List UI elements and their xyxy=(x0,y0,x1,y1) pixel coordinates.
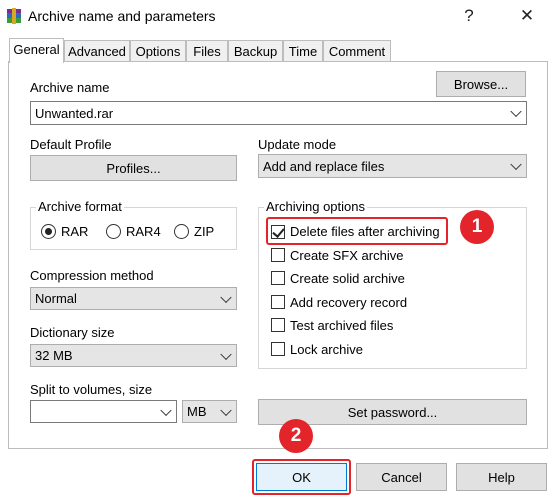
archive-name-label: Archive name xyxy=(30,80,110,95)
chevron-down-icon xyxy=(510,158,522,171)
default-profile-label: Default Profile xyxy=(30,137,112,152)
compression-method-value: Normal xyxy=(35,291,77,306)
radio-zip[interactable] xyxy=(174,224,189,239)
highlight-delete-files xyxy=(266,217,448,245)
radio-rar-label: RAR xyxy=(61,224,89,239)
update-mode-value: Add and replace files xyxy=(263,158,385,174)
callout-badge-1: 1 xyxy=(460,210,494,244)
tab-time[interactable]: Time xyxy=(283,40,323,62)
tab-advanced[interactable]: Advanced xyxy=(64,40,130,62)
cancel-button[interactable]: Cancel xyxy=(356,463,447,491)
help-icon[interactable]: ? xyxy=(446,2,492,30)
checkbox-test-files[interactable] xyxy=(271,318,285,332)
radio-rar[interactable] xyxy=(41,224,56,239)
test-files-label: Test archived files xyxy=(290,318,394,333)
archive-name-combo[interactable]: Unwanted.rar xyxy=(30,101,527,125)
archiving-options-label: Archiving options xyxy=(264,199,367,214)
create-sfx-label: Create SFX archive xyxy=(290,248,404,263)
update-mode-select[interactable]: Add and replace files xyxy=(258,154,527,178)
radio-rar4-label: RAR4 xyxy=(126,224,161,239)
profiles-button[interactable]: Profiles... xyxy=(30,155,237,181)
chevron-down-icon xyxy=(510,105,522,118)
tab-backup[interactable]: Backup xyxy=(228,40,283,62)
tab-files[interactable]: Files xyxy=(186,40,228,62)
browse-button[interactable]: Browse... xyxy=(436,71,526,97)
split-volumes-label: Split to volumes, size xyxy=(30,382,153,397)
tab-general[interactable]: General xyxy=(9,38,64,63)
title-bar: Archive name and parameters ? ✕ xyxy=(0,0,556,32)
highlight-ok-button xyxy=(252,459,351,495)
tab-options[interactable]: Options xyxy=(130,40,186,62)
lock-archive-label: Lock archive xyxy=(290,342,363,357)
compression-method-label: Compression method xyxy=(30,268,154,283)
chevron-down-icon xyxy=(160,404,172,416)
recovery-record-label: Add recovery record xyxy=(290,295,408,310)
split-unit-value: MB xyxy=(187,404,207,419)
winrar-app-icon xyxy=(7,8,21,24)
dictionary-size-select[interactable]: 32 MB xyxy=(30,344,237,367)
update-mode-label: Update mode xyxy=(258,137,337,152)
split-unit-select[interactable]: MB xyxy=(182,400,237,423)
radio-rar4[interactable] xyxy=(106,224,121,239)
checkbox-lock-archive[interactable] xyxy=(271,342,285,356)
window-title: Archive name and parameters xyxy=(28,8,216,24)
create-solid-label: Create solid archive xyxy=(290,271,405,286)
help-button[interactable]: Help xyxy=(456,463,547,491)
close-icon[interactable]: ✕ xyxy=(504,2,550,30)
radio-zip-label: ZIP xyxy=(194,224,215,239)
checkbox-recovery-record[interactable] xyxy=(271,295,285,309)
chevron-down-icon xyxy=(220,348,232,360)
archive-format-label: Archive format xyxy=(36,199,124,214)
checkbox-create-sfx[interactable] xyxy=(271,248,285,262)
chevron-down-icon xyxy=(220,291,232,303)
archive-name-value: Unwanted.rar xyxy=(35,105,114,121)
dictionary-size-label: Dictionary size xyxy=(30,325,115,340)
split-size-combo[interactable] xyxy=(30,400,177,423)
callout-badge-2: 2 xyxy=(279,419,313,453)
checkbox-create-solid[interactable] xyxy=(271,271,285,285)
chevron-down-icon xyxy=(220,404,232,416)
dictionary-size-value: 32 MB xyxy=(35,348,73,363)
tab-comment[interactable]: Comment xyxy=(323,40,391,62)
compression-method-select[interactable]: Normal xyxy=(30,287,237,310)
